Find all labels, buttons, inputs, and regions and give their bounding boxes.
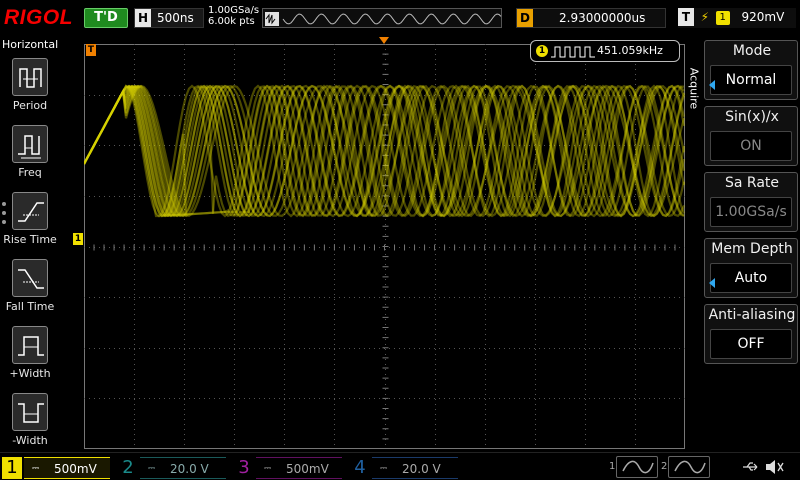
timebase-box[interactable]: H 500ns [134,8,204,28]
menu-arrow-icon [709,278,715,288]
trigger-source: 1 [715,10,730,25]
measure-label: Fall Time [5,300,55,313]
menu-item-value: Auto [710,263,792,293]
channel-4[interactable]: 4 ⎓ 20.0 V [350,457,458,479]
sample-info: 1.00GSa/s 6.00k pts [208,5,259,27]
channel-number: 4 [354,457,366,478]
timebase-value: 500ns [157,11,194,25]
measure-label: Rise Time [3,233,57,246]
trigger-label: T [678,8,694,26]
channel-scale: 500mV [54,462,97,476]
menu-item-label: Mem Depth [711,241,793,257]
menu-item-label: Anti-aliasing [708,307,796,323]
channel-1-offset-marker[interactable]: 1 [73,233,83,245]
menu-item-label: Mode [732,43,772,59]
trigger-level: 920mV [741,10,785,24]
speaker-icon[interactable] [764,459,784,475]
measure-label: Freq [18,166,42,179]
menu-item-value: OFF [710,329,792,359]
square-wave-icon [551,46,595,58]
channel-number: 1 [2,457,22,479]
measure-fall-time[interactable]: Fall Time [0,259,60,323]
dc-coupling-icon: ⎓ [32,464,40,474]
negative-width-icon [12,393,48,431]
acquire-menu: Acquire Mode Normal Sin(x)/x ON Sa Rate … [686,36,800,452]
memory-overview-wave [265,12,502,26]
memory-points: 6.00k pts [208,16,255,27]
channel-scale: 20.0 V [402,462,441,476]
measure-rise-time[interactable]: Rise Time [0,192,60,256]
sample-rate: 1.00GSa/s [208,5,260,16]
frequency-icon [12,125,48,163]
channel-scale: 20.0 V [170,462,209,476]
measure-freq[interactable]: Freq [0,125,60,189]
delay-box[interactable]: D 2.93000000us [516,8,666,28]
rise-time-icon [12,192,48,230]
channel-1[interactable]: 1 ⎓ 500mV [2,457,110,479]
menu-item-label: Sin(x)/x [725,109,779,125]
horizontal-label: H [135,9,151,27]
measure-panel-title: Horizontal [2,38,59,51]
generator-1-icon[interactable]: 1 [609,456,658,478]
menu-item-value: Normal [710,65,792,95]
menu-item-anti-aliasing[interactable]: Anti-aliasing OFF [704,304,798,364]
channel-number: 2 [122,457,134,478]
frequency-readout: 1 451.059kHz [530,40,680,62]
menu-item-value: 1.00GSa/s [710,197,792,227]
usb-icon [743,462,758,471]
rising-edge-icon: ⚡ [700,10,710,24]
trigger-position-marker[interactable] [379,37,389,44]
waveform-display[interactable] [84,44,685,449]
top-status-bar: RIGOL T'D H 500ns 1.00GSa/s 6.00k pts D 2.… [0,0,800,36]
dc-coupling-icon: ⎓ [264,464,272,474]
menu-arrow-icon [709,80,715,90]
channel-number: 3 [238,457,250,478]
measure-label: +Width [9,367,51,380]
measure-label: -Width [12,434,48,447]
period-icon [12,58,48,96]
dc-coupling-icon: ⎓ [380,464,388,474]
memory-position-bar[interactable] [262,8,502,28]
generator-2-icon[interactable]: 2 [661,456,710,478]
delay-label: D [517,9,533,27]
delay-value: 2.93000000us [559,11,646,25]
menu-item-label: Sa Rate [724,175,780,191]
channel-scale: 500mV [286,462,329,476]
menu-item-mode[interactable]: Mode Normal [704,40,798,100]
trigger-box[interactable]: T ⚡ 1 920mV [678,8,796,28]
run-status-badge[interactable]: T'D [84,8,128,28]
measure-label: Period [12,99,48,112]
channel-3[interactable]: 3 ⎓ 500mV [234,457,342,479]
menu-tab-label: Acquire [687,67,701,110]
trigger-time-marker[interactable]: T [86,44,96,56]
positive-width-icon [12,326,48,364]
frequency-value: 451.059kHz [597,44,663,57]
freq-channel-badge: 1 [536,45,548,57]
channel-2[interactable]: 2 ⎓ 20.0 V [118,457,226,479]
channel-bar: 1 ⎓ 500mV 2 ⎓ 20.0 V 3 ⎓ 500mV 4 ⎓ 20.0 V 1 … [0,452,800,480]
measure-panel: Horizontal Period Freq Rise Time Fall Ti… [0,36,60,452]
menu-tab: Acquire [686,40,702,140]
measure-period[interactable]: Period [0,58,60,122]
menu-item-sa-rate[interactable]: Sa Rate 1.00GSa/s [704,172,798,232]
measure-positive-width[interactable]: +Width [0,326,60,390]
dc-coupling-icon: ⎓ [148,464,156,474]
fall-time-icon [12,259,48,297]
menu-item-value: ON [710,131,792,161]
graticule [84,44,685,449]
menu-item-sinx[interactable]: Sin(x)/x ON [704,106,798,166]
rigol-logo: RIGOL [4,6,73,29]
measure-negative-width[interactable]: -Width [0,393,60,457]
menu-item-mem-depth[interactable]: Mem Depth Auto [704,238,798,298]
